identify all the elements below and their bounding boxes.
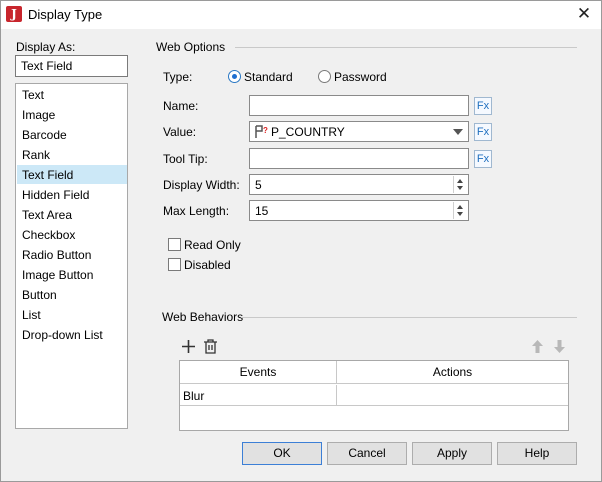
display-type-list[interactable]: Text Image Barcode Rank Text Field Hidde… — [15, 83, 128, 429]
title-bar: J Display Type ✕ — [1, 1, 601, 29]
list-item[interactable]: Button — [17, 285, 127, 304]
web-behaviors-header: Web Behaviors — [162, 310, 244, 324]
cancel-button[interactable]: Cancel — [327, 442, 407, 465]
help-button[interactable]: Help — [497, 442, 577, 465]
list-item-selected[interactable]: Text Field — [17, 165, 127, 184]
group-divider — [235, 47, 577, 48]
read-only-checkbox[interactable] — [168, 238, 181, 251]
value-fx-button[interactable]: Fx — [474, 123, 492, 141]
chevron-down-icon[interactable] — [453, 129, 463, 135]
value-text: P_COUNTRY — [271, 125, 345, 139]
tooltip-label: Tool Tip: — [163, 152, 208, 166]
list-item[interactable]: Radio Button — [17, 245, 127, 264]
value-label: Value: — [163, 125, 197, 139]
table-cell-action[interactable] — [337, 385, 568, 406]
tooltip-input[interactable] — [249, 148, 469, 169]
max-length-stepper[interactable]: 15 — [249, 200, 469, 221]
list-item[interactable]: List — [17, 305, 127, 324]
table-cell-event[interactable]: Blur — [180, 385, 337, 406]
arrow-up-icon[interactable] — [457, 179, 463, 183]
max-length-spinner[interactable] — [453, 202, 467, 219]
display-as-label: Display As: — [16, 40, 76, 54]
list-item[interactable]: Image — [17, 105, 127, 124]
display-width-spinner[interactable] — [453, 176, 467, 193]
display-width-label: Display Width: — [163, 178, 240, 192]
close-icon[interactable]: ✕ — [569, 3, 599, 25]
arrow-down-icon[interactable] — [550, 337, 569, 356]
name-input[interactable] — [249, 95, 469, 116]
disabled-checkbox[interactable] — [168, 258, 181, 271]
group-divider — [241, 317, 577, 318]
type-label: Type: — [163, 70, 193, 84]
password-radio[interactable] — [318, 70, 331, 83]
disabled-label[interactable]: Disabled — [184, 258, 231, 272]
svg-text:?: ? — [263, 126, 268, 135]
add-icon[interactable] — [179, 337, 198, 356]
window-title: Display Type — [28, 7, 103, 22]
arrow-up-icon[interactable] — [528, 337, 547, 356]
column-header-events[interactable]: Events — [180, 361, 337, 384]
column-header-actions[interactable]: Actions — [337, 361, 568, 384]
display-width-stepper[interactable]: 5 — [249, 174, 469, 195]
web-options-header: Web Options — [156, 40, 226, 54]
standard-radio-label[interactable]: Standard — [244, 70, 293, 84]
list-item[interactable]: Image Button — [17, 265, 127, 284]
list-item[interactable]: Drop-down List — [17, 325, 127, 344]
arrow-down-icon[interactable] — [457, 212, 463, 216]
display-width-value: 5 — [255, 178, 262, 192]
ok-button[interactable]: OK — [242, 442, 322, 465]
apply-button[interactable]: Apply — [412, 442, 492, 465]
password-radio-label[interactable]: Password — [334, 70, 387, 84]
name-label: Name: — [163, 99, 199, 113]
display-type-dialog: J Display Type ✕ Display As: Text Field … — [0, 0, 602, 482]
max-length-label: Max Length: — [163, 204, 230, 218]
parameter-icon: ? — [255, 125, 268, 138]
list-item[interactable]: Text — [17, 85, 127, 104]
display-as-field[interactable]: Text Field — [15, 55, 128, 77]
standard-radio[interactable] — [228, 70, 241, 83]
behaviors-table[interactable]: Events Actions Blur — [179, 360, 569, 431]
arrow-up-icon[interactable] — [457, 205, 463, 209]
report-app-icon: J — [6, 6, 22, 22]
max-length-value: 15 — [255, 204, 269, 218]
list-item[interactable]: Text Area — [17, 205, 127, 224]
arrow-down-icon[interactable] — [457, 186, 463, 190]
delete-icon[interactable] — [201, 337, 220, 356]
read-only-label[interactable]: Read Only — [184, 238, 241, 252]
list-item[interactable]: Hidden Field — [17, 185, 127, 204]
list-item[interactable]: Checkbox — [17, 225, 127, 244]
name-fx-button[interactable]: Fx — [474, 97, 492, 115]
list-item[interactable]: Rank — [17, 145, 127, 164]
value-combobox[interactable]: ? P_COUNTRY — [249, 121, 469, 142]
tooltip-fx-button[interactable]: Fx — [474, 150, 492, 168]
list-item[interactable]: Barcode — [17, 125, 127, 144]
